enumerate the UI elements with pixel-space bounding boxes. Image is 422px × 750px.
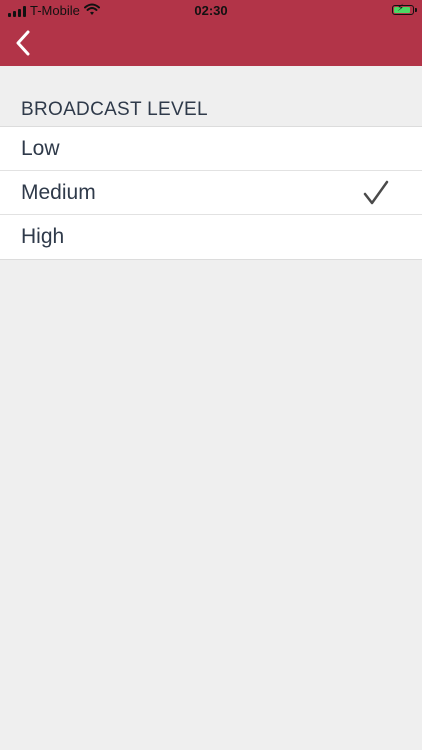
option-label: Low — [21, 136, 60, 160]
navigation-header: T-Mobile 02:30 ⚡ — [0, 0, 422, 66]
option-label: Medium — [21, 180, 96, 204]
option-medium[interactable]: Medium — [0, 171, 422, 215]
chevron-left-icon — [16, 30, 30, 56]
option-high[interactable]: High — [0, 215, 422, 259]
status-bar: T-Mobile 02:30 ⚡ — [0, 0, 422, 22]
section-title: BROADCAST LEVEL — [21, 99, 208, 120]
option-low[interactable]: Low — [0, 127, 422, 171]
broadcast-level-screen: T-Mobile 02:30 ⚡ BROADCAST LEVEL Low Med… — [0, 0, 422, 750]
battery-charging-icon: ⚡ — [392, 3, 417, 15]
back-button[interactable] — [10, 28, 36, 58]
broadcast-level-list: Low Medium High — [0, 126, 422, 260]
checkmark-icon — [363, 180, 389, 205]
status-time: 02:30 — [194, 3, 228, 18]
option-label: High — [21, 225, 65, 248]
